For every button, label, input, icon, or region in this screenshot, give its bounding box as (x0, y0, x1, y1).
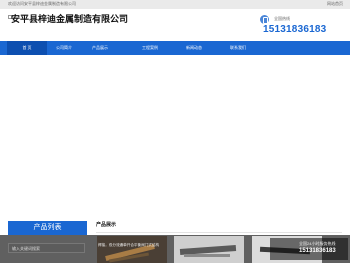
section-divider (96, 232, 342, 233)
phone-icon (260, 15, 269, 24)
company-name: 安平县梓迪金属制造有限公司 (11, 14, 129, 24)
product-thumbnail[interactable] (97, 236, 167, 263)
floating-hotline: 全国24小时服务热线 15131836183 (270, 238, 348, 260)
product-thumbnail[interactable] (174, 236, 244, 263)
hotline-label: 全国热线 (274, 16, 290, 21)
main-nav: 首 页 公司简介 产品展示 工程案例 新闻动态 联系我们 (0, 41, 350, 55)
search-input[interactable]: 输入关键词搜索 (8, 243, 85, 253)
nav-item-cases[interactable]: 工程案例 (130, 41, 170, 55)
hotline: 全国热线 15131836183 (260, 14, 346, 36)
top-bar: 欢迎访问安平县梓迪金属制造有限公司 网站首页 (0, 0, 350, 9)
section-title: 产品展示 (96, 222, 117, 228)
nav-item-contact[interactable]: 联系我们 (218, 41, 258, 55)
nav-item-news[interactable]: 新闻动态 (174, 41, 214, 55)
hotline-number: 15131836183 (263, 24, 327, 35)
nav-item-home[interactable]: 首 页 (7, 41, 47, 55)
product-list-heading: 产品列表 (8, 221, 87, 235)
float-hotline-number: 15131836183 (299, 248, 336, 254)
welcome-text: 欢迎访问安平县梓迪金属制造有限公司 (8, 1, 76, 6)
product-caption[interactable]: 焊接，双分流通单开合平衡阀门式结构 (98, 243, 178, 248)
home-link[interactable]: 网站首页 (327, 1, 343, 7)
nav-item-about[interactable]: 公司简介 (44, 41, 84, 55)
logo[interactable]: 安平县梓迪金属制造有限公司 (8, 13, 138, 39)
nav-item-products[interactable]: 产品展示 (80, 41, 120, 55)
product-shape (184, 254, 230, 257)
